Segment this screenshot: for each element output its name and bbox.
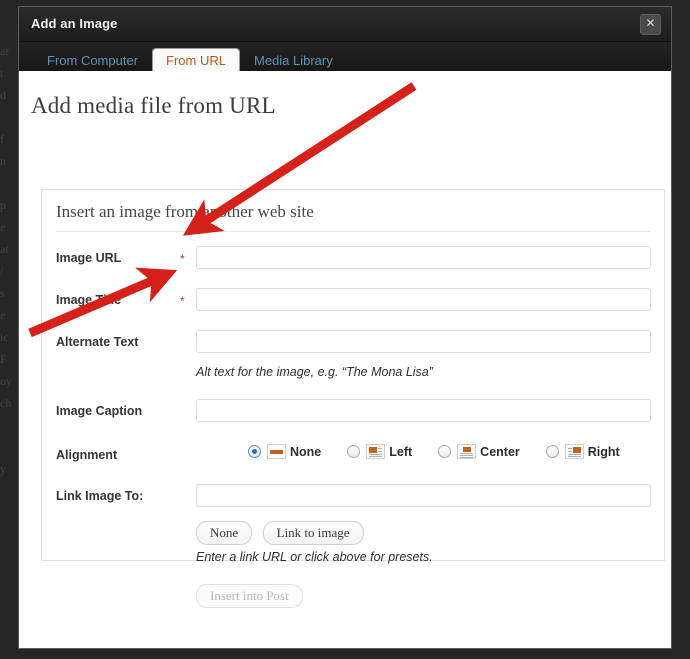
radio-none[interactable]: [248, 445, 261, 458]
label-alignment: Alignment: [56, 448, 118, 462]
label-link-image-to: Link Image To:: [56, 489, 144, 503]
alignment-radio-group: None Left Center Right: [248, 444, 620, 459]
alignment-option-center[interactable]: Center: [438, 444, 520, 459]
label-image-title: Image Title: [56, 293, 122, 307]
alignment-option-none[interactable]: None: [248, 444, 321, 459]
alternate-text-input[interactable]: [196, 330, 651, 353]
alignment-option-right[interactable]: Right: [545, 444, 620, 459]
link-preset-row: None Link to image: [56, 521, 650, 545]
insert-into-post-button[interactable]: Insert into Post: [196, 584, 303, 608]
modal-title: Add an Image: [31, 16, 118, 31]
alt-hint-row: Alt text for the image, e.g. “The Mona L…: [56, 365, 650, 385]
required-marker-image-url: *: [180, 252, 185, 266]
close-icon[interactable]: ✕: [640, 14, 661, 35]
image-url-input[interactable]: [196, 246, 651, 269]
add-an-image-modal: Add an Image ✕ From Computer From URL Medi…: [18, 6, 672, 649]
radio-right[interactable]: [545, 445, 559, 458]
image-caption-input[interactable]: [196, 399, 651, 422]
radio-center[interactable]: [438, 445, 452, 458]
submit-row: Insert into Post: [56, 584, 650, 610]
field-row-image-caption: Image Caption: [56, 399, 651, 429]
field-row-alternate-text: Alternate Text: [56, 330, 651, 360]
panel-heading: Insert an image from another web site: [56, 202, 650, 232]
link-preset-none-button[interactable]: None: [196, 521, 253, 545]
field-row-link-image-to: Link Image To:: [56, 484, 651, 514]
align-right-icon: [564, 444, 584, 459]
alignment-label-right: Right: [587, 444, 620, 459]
alt-text-hint: Alt text for the image, e.g. “The Mona L…: [196, 365, 433, 379]
align-center-icon: [457, 444, 477, 459]
alignment-label-left: Left: [389, 444, 413, 459]
label-image-url: Image URL: [56, 251, 122, 265]
label-alternate-text: Alternate Text: [56, 335, 139, 349]
field-row-image-title: Image Title *: [56, 288, 651, 318]
image-title-input[interactable]: [196, 288, 651, 311]
url-form-panel: Insert an image from another web site Im…: [41, 189, 665, 608]
radio-left[interactable]: [347, 445, 361, 458]
link-image-to-input[interactable]: [196, 484, 651, 507]
link-preset-link-to-image-button[interactable]: Link to image: [262, 521, 364, 545]
align-left-icon: [366, 444, 386, 459]
field-row-image-url: Image URL *: [56, 246, 651, 276]
page-title: Add media file from URL: [31, 93, 276, 118]
label-image-caption: Image Caption: [56, 404, 143, 418]
modal-titlebar: Add an Image ✕: [19, 7, 671, 42]
alignment-label-none: None: [290, 444, 322, 459]
required-marker-image-title: *: [180, 294, 185, 308]
align-none-icon: [267, 444, 286, 459]
field-row-alignment: Alignment None Left Center Right: [56, 444, 650, 468]
link-hint-row: Enter a link URL or click above for pres…: [56, 550, 650, 570]
link-url-hint: Enter a link URL or click above for pres…: [196, 550, 433, 564]
modal-body: Add media file from URL Insert an image …: [19, 71, 671, 648]
tabstrip: From Computer From URL Media Library: [19, 42, 671, 75]
alignment-label-center: Center: [480, 444, 520, 459]
alignment-option-left[interactable]: Left: [347, 444, 412, 459]
backdrop-ghost-text: ar t d f n p e at / s e ic F oy ch y: [0, 44, 12, 476]
